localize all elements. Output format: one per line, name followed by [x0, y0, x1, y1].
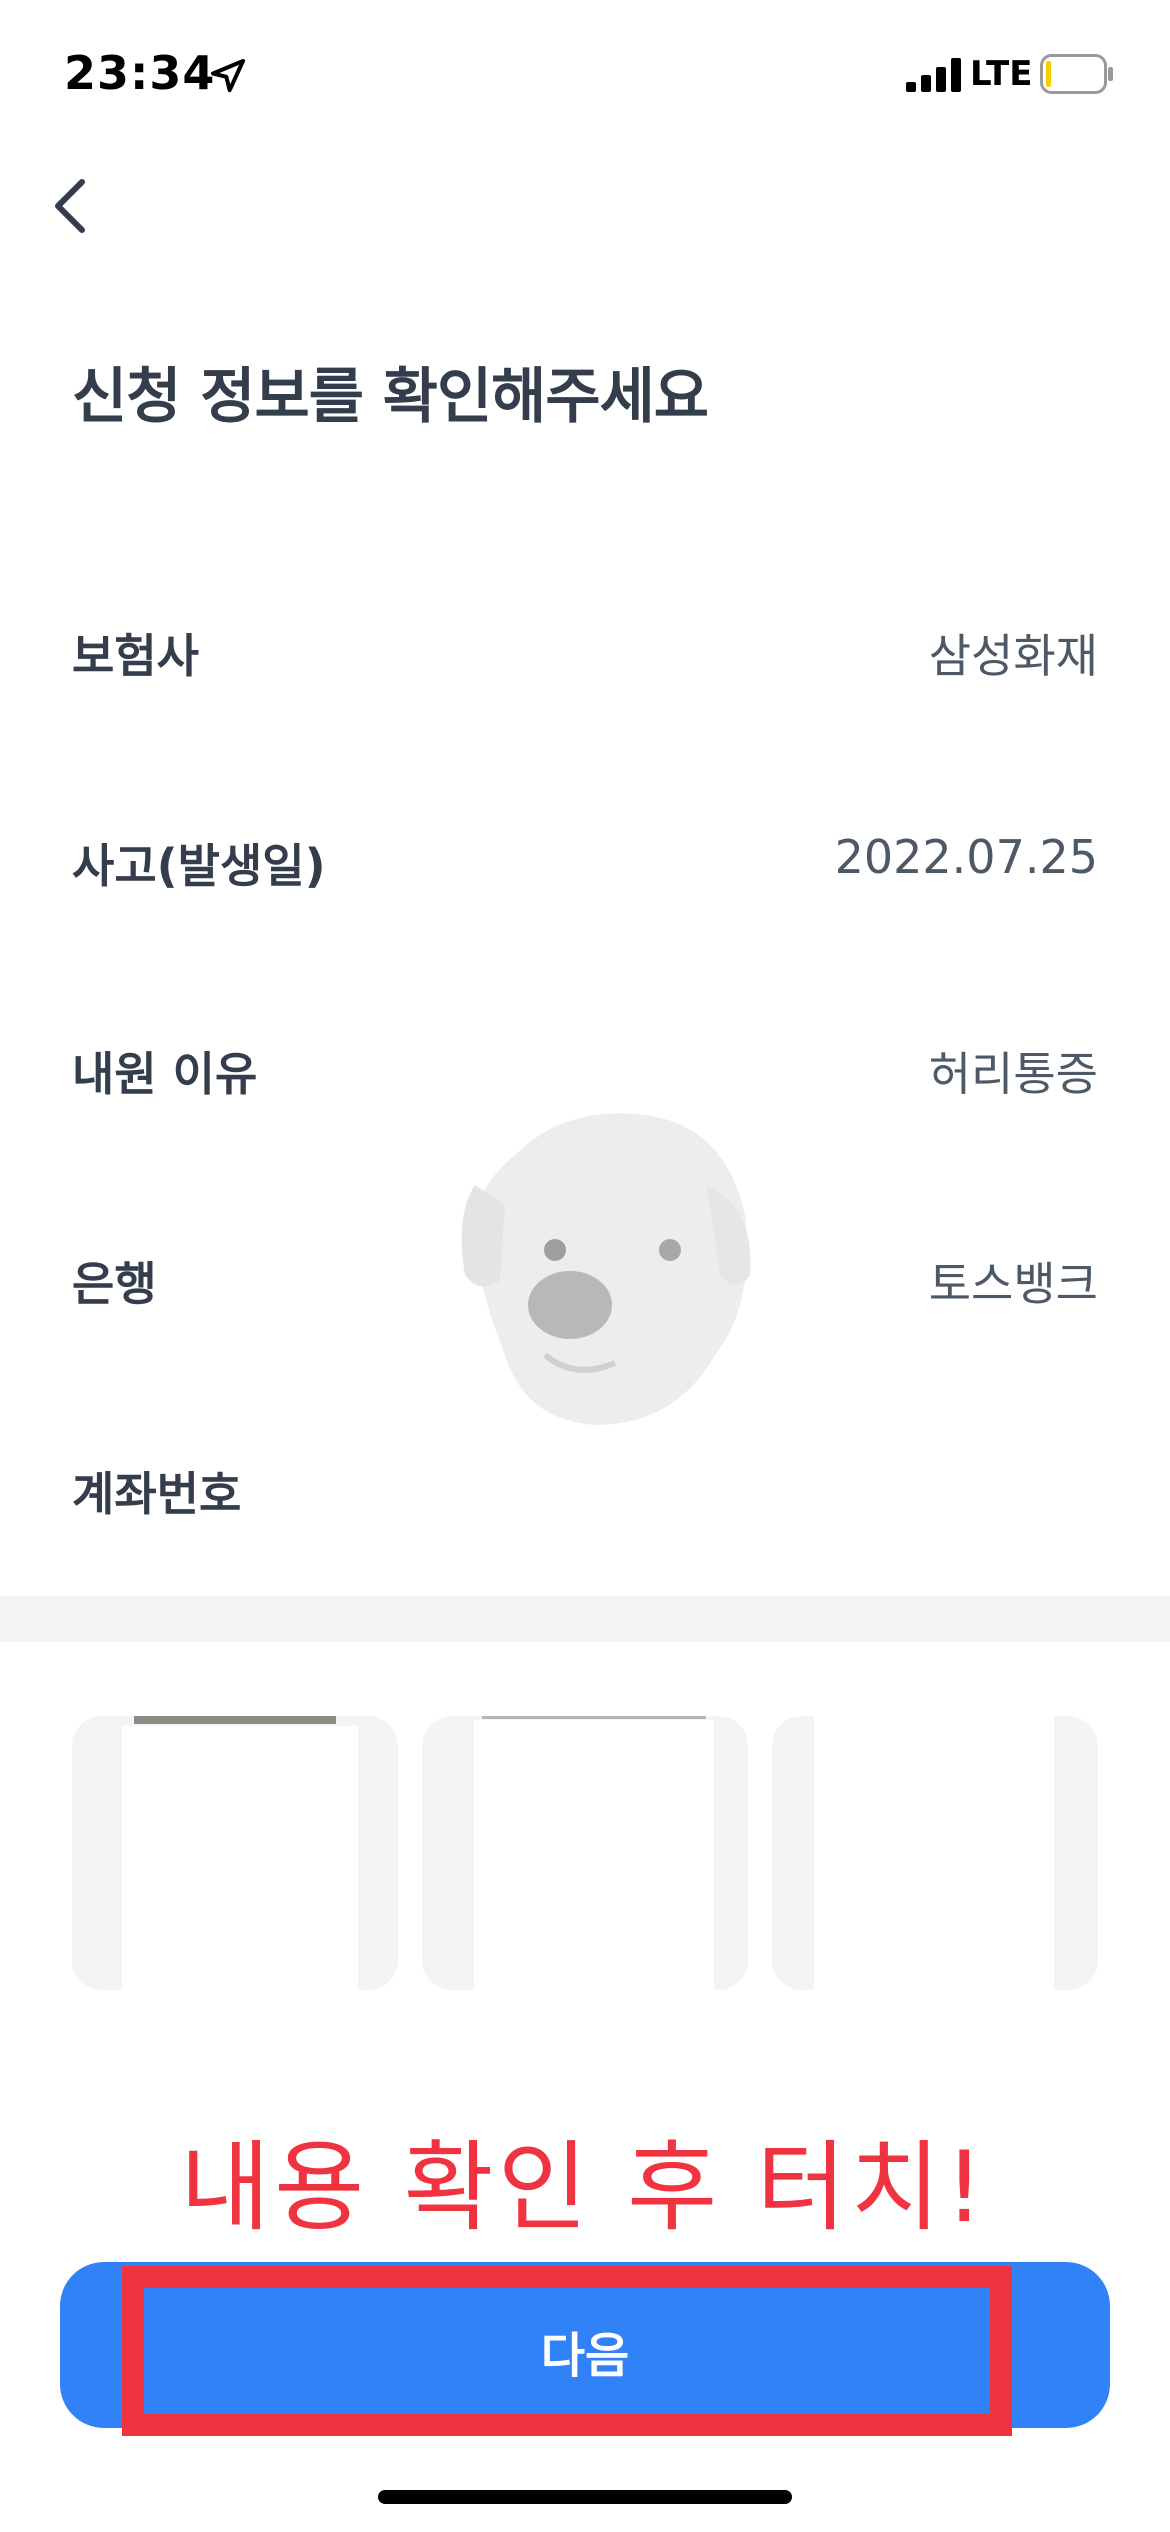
battery-icon	[1040, 54, 1113, 94]
info-row-visit-reason: 내원 이유 허리통증	[72, 1028, 1098, 1108]
info-label: 사고(발생일)	[72, 839, 326, 893]
info-value: 삼성화재	[928, 629, 1098, 683]
page-title: 신청 정보를 확인해주세요	[72, 362, 709, 432]
info-value: 토스뱅크	[928, 1257, 1098, 1311]
section-divider	[0, 1596, 1170, 1642]
status-time: 23:34	[64, 46, 216, 100]
info-row-insurer: 보험사 삼성화재	[72, 610, 1098, 690]
info-row-account-number: 계좌번호	[72, 1448, 1098, 1528]
document-thumbnail-2[interactable]	[422, 1716, 748, 1990]
info-row-accident-date: 사고(발생일) 2022.07.25	[72, 820, 1098, 900]
document-thumbnail-3[interactable]	[772, 1716, 1098, 1990]
home-indicator	[378, 2490, 792, 2504]
annotation-text: 내용 확인 후 터치!	[180, 2131, 988, 2245]
signal-icon	[906, 58, 961, 92]
back-button[interactable]	[40, 166, 100, 246]
highlight-box	[122, 2266, 1012, 2436]
info-value: 허리통증	[928, 1047, 1098, 1101]
info-label: 내원 이유	[72, 1047, 258, 1101]
document-thumbnail-1[interactable]	[72, 1716, 398, 1990]
screen: 23:34 LTE 신청 정보를 확인해주세요 보험사 삼성화재 사고(발생일)…	[0, 0, 1170, 2532]
chevron-left-icon	[55, 179, 85, 233]
info-value: 2022.07.25	[834, 830, 1098, 884]
info-label: 보험사	[72, 629, 199, 683]
status-bar: 23:34 LTE	[0, 0, 1170, 150]
network-label: LTE	[970, 54, 1033, 94]
dog-watermark-image	[461, 1113, 751, 1425]
info-label: 계좌번호	[72, 1467, 242, 1521]
info-label: 은행	[72, 1257, 157, 1311]
location-arrow-icon	[211, 59, 245, 93]
